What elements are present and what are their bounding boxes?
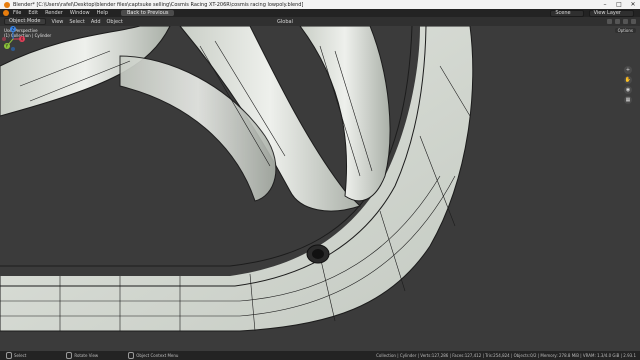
rendered-shading-icon[interactable] <box>631 19 636 24</box>
navigation-gizmo[interactable]: X Y Z <box>0 26 26 52</box>
maximize-button[interactable]: □ <box>612 1 626 8</box>
top-menubar: File Edit Render Window Help Back to Pre… <box>0 9 640 17</box>
3d-viewport[interactable]: User Perspective (1) Collection | Cylind… <box>0 26 640 351</box>
status-context: Object Context Menu <box>128 352 178 359</box>
material-shading-icon[interactable] <box>623 19 628 24</box>
scene-selector[interactable]: Scene <box>550 9 584 17</box>
view-layer-selector[interactable]: View Layer <box>588 9 634 17</box>
close-button[interactable]: ✕ <box>626 1 640 8</box>
shading-buttons <box>607 19 636 24</box>
scene-statistics: Collection | Cylinder | Verts:127,286 | … <box>376 353 636 358</box>
orientation-selector[interactable]: Global <box>277 19 293 25</box>
menu-edit[interactable]: Edit <box>28 10 38 16</box>
status-select: Select <box>6 352 26 359</box>
wheel-render <box>0 26 640 351</box>
camera-view-icon[interactable]: ◉ <box>624 86 632 94</box>
status-rotate-label: Rotate View <box>74 353 99 358</box>
menu-object[interactable]: Object <box>107 19 123 25</box>
window-controls: – □ ✕ <box>598 1 640 8</box>
menu-file[interactable]: File <box>13 10 21 16</box>
pan-hand-icon[interactable]: ✋ <box>624 76 632 84</box>
wireframe-shading-icon[interactable] <box>607 19 612 24</box>
menu-render[interactable]: Render <box>45 10 63 16</box>
window-title: Blender* [C:\Users\rafel\Desktop\blender… <box>13 1 304 8</box>
zoom-icon[interactable]: + <box>624 66 632 74</box>
perspective-toggle-icon[interactable]: ▦ <box>624 96 632 104</box>
status-rotate: Rotate View <box>66 352 98 359</box>
middle-mouse-icon <box>66 352 73 359</box>
left-mouse-icon <box>6 352 12 359</box>
minimize-button[interactable]: – <box>598 1 612 8</box>
menu-select[interactable]: Select <box>69 19 84 25</box>
menu-window[interactable]: Window <box>70 10 90 16</box>
status-select-label: Select <box>14 353 27 358</box>
solid-shading-icon[interactable] <box>615 19 620 24</box>
gizmo-y-label: Y <box>5 44 9 49</box>
viewport-header: Object Mode View Select Add Object Globa… <box>0 17 640 26</box>
status-bar: Select Rotate View Object Context Menu C… <box>0 351 640 360</box>
menu-help[interactable]: Help <box>97 10 108 16</box>
menu-view[interactable]: View <box>52 19 64 25</box>
options-dropdown[interactable]: Options <box>614 28 636 33</box>
window-titlebar: Blender* [C:\Users\rafel\Desktop\blender… <box>0 0 640 9</box>
mode-selector[interactable]: Object Mode <box>4 18 46 25</box>
blender-menu-icon[interactable] <box>3 10 9 16</box>
gizmo-z-label: Z <box>12 27 15 32</box>
status-context-label: Object Context Menu <box>136 353 179 358</box>
menu-add[interactable]: Add <box>91 19 101 25</box>
gizmo-x-label: X <box>21 37 24 42</box>
transform-orientation: Global <box>277 19 293 25</box>
right-mouse-icon <box>128 352 135 359</box>
workspace-back-button[interactable]: Back to Previous <box>121 10 175 16</box>
blender-logo-icon <box>4 1 10 8</box>
